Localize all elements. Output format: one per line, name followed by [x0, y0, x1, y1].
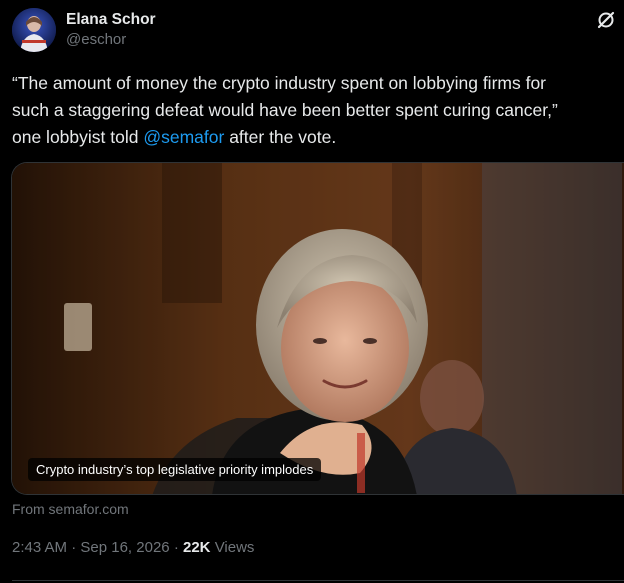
link-card[interactable]: Crypto industry’s top legislative priori… — [11, 162, 624, 495]
card-headline: Crypto industry’s top legislative priori… — [28, 458, 322, 481]
avatar[interactable] — [12, 8, 56, 52]
tweet-date[interactable]: Sep 16, 2026 — [80, 539, 169, 556]
author-name[interactable]: Elana Schor — [66, 10, 156, 29]
card-image — [12, 163, 624, 494]
author-info: Elana Schor @eschor — [66, 10, 156, 51]
tweet-meta: 2:43 AM · Sep 16, 2026 · 22K Views — [12, 538, 254, 558]
views-label: Views — [214, 539, 255, 556]
card-source[interactable]: From semafor.com — [12, 500, 129, 518]
author-handle[interactable]: @eschor — [66, 29, 156, 51]
tweet-text: “The amount of money the crypto industry… — [12, 70, 624, 151]
tweet-header: Elana Schor @eschor — [12, 8, 616, 56]
tweet-time[interactable]: 2:43 AM — [12, 539, 67, 556]
views-count[interactable]: 22K — [183, 539, 211, 556]
meta-separator-2: · — [173, 539, 179, 556]
mention-link[interactable]: @semafor — [143, 127, 224, 147]
meta-separator: · — [71, 539, 77, 556]
grok-icon[interactable] — [596, 10, 616, 30]
tweet-text-tail: after the vote. — [224, 127, 337, 147]
divider — [12, 580, 624, 581]
